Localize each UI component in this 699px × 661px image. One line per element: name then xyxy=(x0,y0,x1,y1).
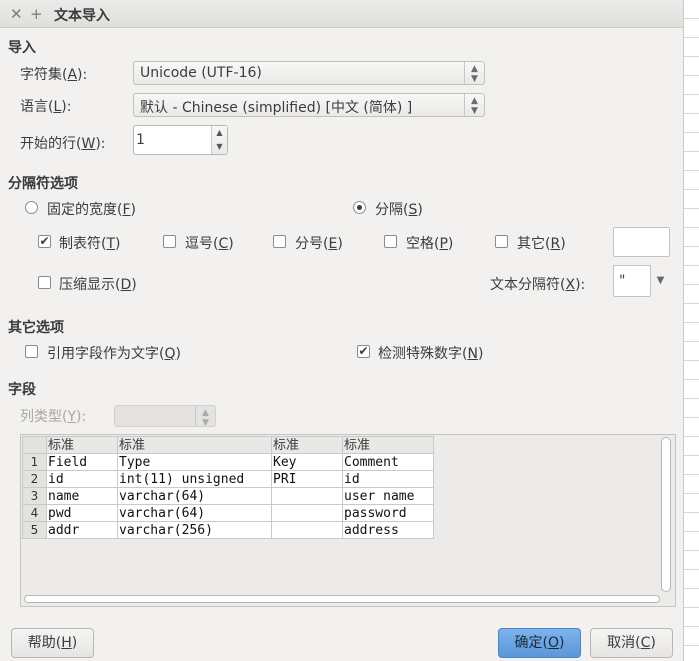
table-cell: varchar(64) xyxy=(117,504,272,522)
preview-grid[interactable]: 标准 标准 标准 标准 1 Field Type Key Comment 2 i… xyxy=(22,436,434,539)
ok-button[interactable]: 确定(O) xyxy=(498,628,581,658)
column-type-label: 列类型(Y): xyxy=(20,409,87,425)
spin-down-icon[interactable]: ▼ xyxy=(212,140,227,154)
table-cell: varchar(256) xyxy=(117,521,272,539)
table-cell xyxy=(271,504,343,522)
table-row: 2 id int(11) unsigned PRI id xyxy=(22,470,434,488)
row-number: 3 xyxy=(22,487,47,505)
column-type-header[interactable]: 标准 xyxy=(271,436,343,454)
fields-section-title: 字段 xyxy=(8,382,36,398)
corner-cell[interactable] xyxy=(22,436,47,454)
help-button[interactable]: 帮助(H) xyxy=(11,628,94,658)
cancel-button[interactable]: 取消(C) xyxy=(590,628,673,658)
other-separator-input[interactable] xyxy=(613,227,670,257)
table-cell: Key xyxy=(271,453,343,471)
table-cell: Field xyxy=(46,453,118,471)
start-row-label: 开始的行(W): xyxy=(20,136,106,152)
table-cell: varchar(64) xyxy=(117,487,272,505)
column-type-select[interactable]: ▲ ▼ xyxy=(114,405,216,427)
language-value: 默认 - Chinese (simplified) [中文 (简体) ] xyxy=(140,100,413,116)
import-section-title: 导入 xyxy=(8,40,36,56)
charset-value: Unicode (UTF-16) xyxy=(140,65,262,81)
text-delimiter-input[interactable]: " xyxy=(613,265,651,297)
separated-radio[interactable] xyxy=(353,201,366,214)
vertical-scrollbar[interactable] xyxy=(661,437,671,592)
comma-label[interactable]: 逗号(C) xyxy=(185,233,234,253)
spin-up-icon[interactable]: ▲ xyxy=(212,126,227,140)
column-type-header[interactable]: 标准 xyxy=(117,436,272,454)
table-cell: id xyxy=(46,470,118,488)
table-row: 5 addr varchar(256) address xyxy=(22,521,434,539)
table-cell xyxy=(271,487,343,505)
space-label[interactable]: 空格(P) xyxy=(406,233,453,253)
other-checkbox[interactable] xyxy=(495,235,508,248)
table-cell: pwd xyxy=(46,504,118,522)
chevron-down-icon[interactable]: ▼ xyxy=(651,265,670,297)
merge-delimiters-checkbox[interactable] xyxy=(38,276,51,289)
table-row: 3 name varchar(64) user name xyxy=(22,487,434,505)
row-number: 4 xyxy=(22,504,47,522)
text-delimiter-label: 文本分隔符(X): xyxy=(490,277,586,293)
start-row-spinner[interactable]: 1 ▲ ▼ xyxy=(133,125,228,155)
semicolon-label[interactable]: 分号(E) xyxy=(295,233,343,253)
table-cell: name xyxy=(46,487,118,505)
tab-label[interactable]: 制表符(T) xyxy=(59,233,121,253)
updown-icon: ▲ ▼ xyxy=(464,62,484,84)
separated-label[interactable]: 分隔(S) xyxy=(375,199,423,219)
row-number: 1 xyxy=(22,453,47,471)
header-row: 标准 标准 标准 标准 xyxy=(22,436,434,454)
language-label: 语言(L): xyxy=(20,99,72,115)
background-spreadsheet-strip xyxy=(683,0,699,661)
table-row: 1 Field Type Key Comment xyxy=(22,453,434,471)
charset-label: 字符集(A): xyxy=(20,67,88,83)
window-title: 文本导入 xyxy=(54,8,110,24)
updown-icon: ▲ ▼ xyxy=(195,406,215,426)
table-cell: Comment xyxy=(342,453,434,471)
charset-select[interactable]: Unicode (UTF-16) ▲ ▼ xyxy=(133,61,485,85)
tab-checkbox[interactable]: ✔ xyxy=(38,235,51,248)
column-type-header[interactable]: 标准 xyxy=(342,436,434,454)
detect-special-numbers-checkbox[interactable]: ✔ xyxy=(357,345,370,358)
comma-checkbox[interactable] xyxy=(163,235,176,248)
table-cell: PRI xyxy=(271,470,343,488)
fixed-width-label[interactable]: 固定的宽度(F) xyxy=(47,199,136,219)
table-cell: Type xyxy=(117,453,272,471)
table-cell: addr xyxy=(46,521,118,539)
table-cell: user name xyxy=(342,487,434,505)
pin-icon[interactable]: + xyxy=(30,5,43,23)
merge-delimiters-label[interactable]: 压缩显示(D) xyxy=(59,274,137,294)
table-row: 4 pwd varchar(64) password xyxy=(22,504,434,522)
horizontal-scrollbar[interactable] xyxy=(24,595,660,603)
row-number: 2 xyxy=(22,470,47,488)
detect-special-numbers-label[interactable]: 检测特殊数字(N) xyxy=(378,343,483,363)
text-delimiter-value: " xyxy=(619,273,626,289)
semicolon-checkbox[interactable] xyxy=(273,235,286,248)
updown-icon: ▲ ▼ xyxy=(464,94,484,116)
table-cell: id xyxy=(342,470,434,488)
other-options-section-title: 其它选项 xyxy=(8,320,64,336)
table-cell: address xyxy=(342,521,434,539)
table-cell xyxy=(271,521,343,539)
start-row-value[interactable]: 1 xyxy=(136,132,145,148)
row-number: 5 xyxy=(22,521,47,539)
space-checkbox[interactable] xyxy=(384,235,397,248)
table-cell: int(11) unsigned xyxy=(117,470,272,488)
separator-section-title: 分隔符选项 xyxy=(8,176,78,192)
column-type-header[interactable]: 标准 xyxy=(46,436,118,454)
table-cell: password xyxy=(342,504,434,522)
close-icon[interactable]: ✕ xyxy=(10,5,23,23)
other-label[interactable]: 其它(R) xyxy=(517,233,566,253)
title-bar: ✕ + 文本导入 xyxy=(0,0,683,28)
quoted-as-text-checkbox[interactable] xyxy=(25,345,38,358)
fixed-width-radio[interactable] xyxy=(25,201,38,214)
language-select[interactable]: 默认 - Chinese (simplified) [中文 (简体) ] ▲ ▼ xyxy=(133,93,485,117)
quoted-as-text-label[interactable]: 引用字段作为文字(Q) xyxy=(47,343,181,363)
